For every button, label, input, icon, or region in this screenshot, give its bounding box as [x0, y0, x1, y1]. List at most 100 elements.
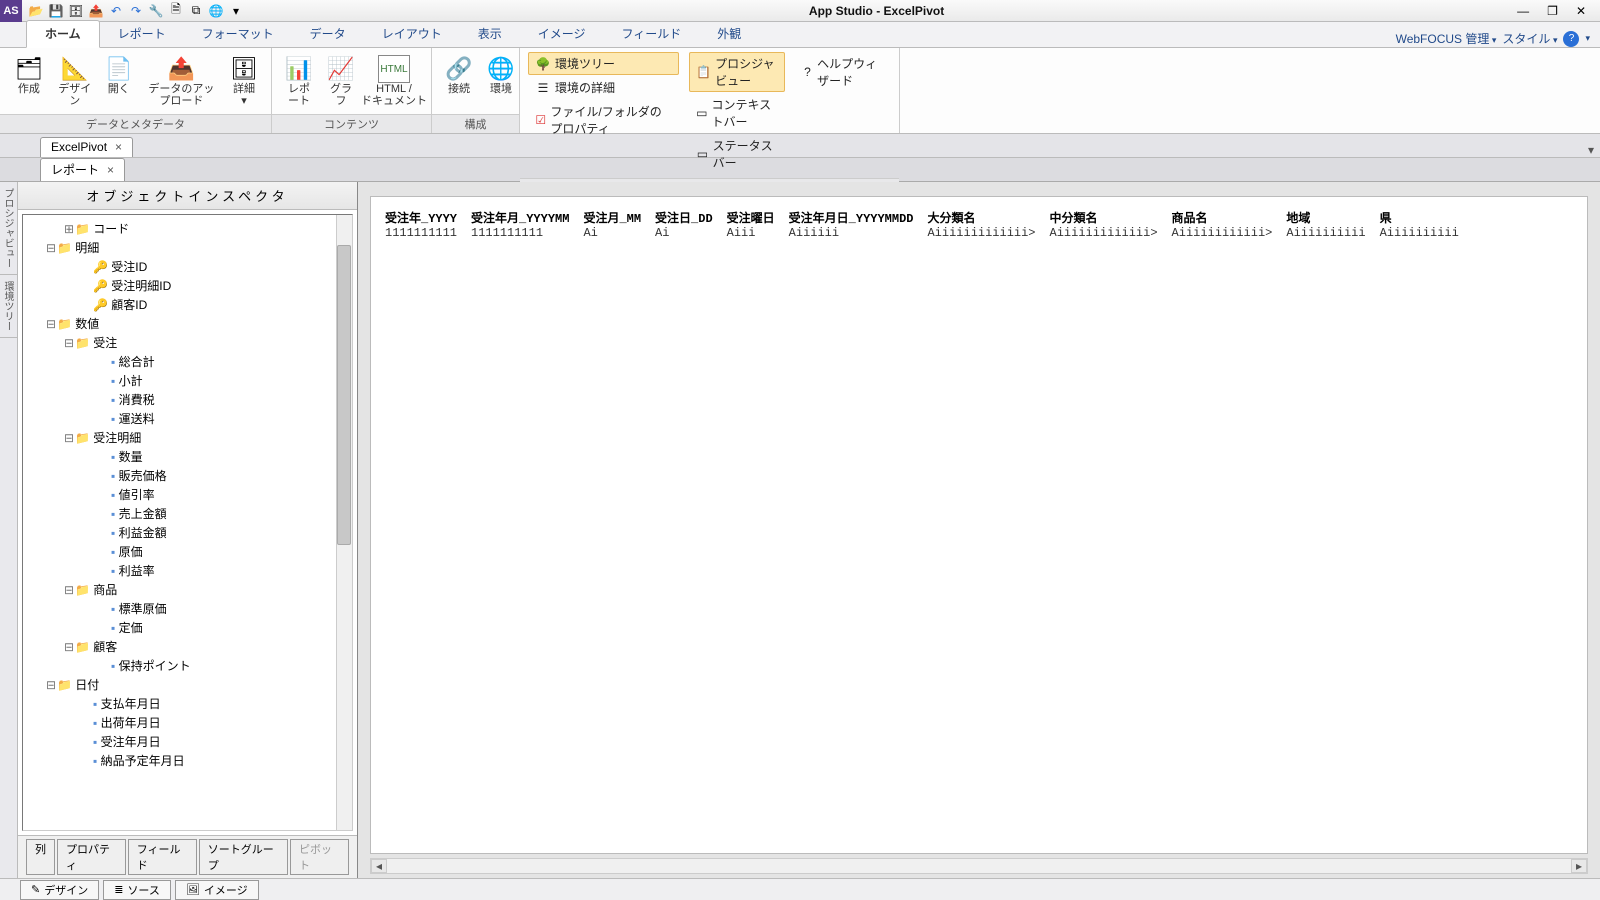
- footer-tabstrip: ✎デザイン ≣ソース 🖼イメージ: [0, 878, 1600, 900]
- qat-tools-icon[interactable]: 🔧: [148, 3, 164, 19]
- tab-fields[interactable]: フィールド: [128, 839, 197, 875]
- upload-icon: 📤: [165, 55, 197, 83]
- webfocus-admin-menu[interactable]: WebFOCUS 管理: [1396, 30, 1497, 47]
- ribbon-tab-home[interactable]: ホーム: [26, 20, 100, 48]
- connect-button[interactable]: 🔗接続: [440, 52, 478, 98]
- report-col-header[interactable]: 中分類名: [1048, 207, 1170, 226]
- close-inner-tab-icon[interactable]: ×: [107, 163, 114, 177]
- qat-redo-icon[interactable]: ↷: [128, 3, 144, 19]
- image-icon: 🖼: [186, 883, 200, 896]
- check-icon: ☑: [535, 112, 546, 128]
- tab-properties[interactable]: プロパティ: [57, 839, 126, 875]
- report-col-header[interactable]: 受注年_YYYY: [383, 207, 469, 226]
- window-title: App Studio - ExcelPivot: [250, 4, 1503, 18]
- qat-save-icon[interactable]: 💾: [48, 3, 64, 19]
- report-preview-table: 受注年_YYYY受注年月_YYYYMM受注月_MM受注日_DD受注曜日受注年月日…: [383, 207, 1471, 242]
- footer-tab-source[interactable]: ≣ソース: [103, 880, 171, 900]
- report-col-header[interactable]: 商品名: [1170, 207, 1285, 226]
- qat-undo-icon[interactable]: ↶: [108, 3, 124, 19]
- close-button[interactable]: ✕: [1576, 4, 1586, 18]
- ribbon-tab-image[interactable]: イメージ: [520, 21, 604, 47]
- env-tree-toggle[interactable]: 🌳環境ツリー: [528, 52, 679, 75]
- dock-tab-procview[interactable]: プロシジャビュー: [0, 182, 17, 275]
- ribbon-group-label-contents: コンテンツ: [272, 114, 431, 133]
- style-menu[interactable]: スタイル: [1502, 30, 1557, 47]
- tab-sortgroup[interactable]: ソートグループ: [199, 839, 288, 875]
- htmldoc-button[interactable]: HTMLHTML / ドキュメント: [364, 52, 424, 110]
- ribbon-body: 🗂作成 📐デザイン 📄開く 📤データのアップロード 🗄詳細▾ データとメタデータ…: [0, 48, 1600, 134]
- list-icon: ☰: [535, 80, 551, 96]
- ribbon-tab-appearance[interactable]: 外観: [699, 21, 759, 47]
- hscroll-left-icon[interactable]: ◂: [371, 859, 387, 873]
- proc-icon: 📋: [696, 64, 711, 80]
- design-button[interactable]: 📐デザイン: [54, 52, 96, 110]
- maximize-button[interactable]: ❐: [1547, 4, 1558, 18]
- create-button[interactable]: 🗂作成: [8, 52, 50, 98]
- report-col-value: 1111111111: [469, 226, 581, 242]
- doctabs-more-icon[interactable]: ▾: [1582, 143, 1600, 157]
- report-col-value: Ai: [581, 226, 653, 242]
- graph-button[interactable]: 📈グラフ: [322, 52, 360, 110]
- tree-icon: 🌳: [535, 56, 551, 72]
- ribbon-tab-layout[interactable]: レイアウト: [364, 21, 460, 47]
- footer-tab-design[interactable]: ✎デザイン: [20, 880, 99, 900]
- qat-open-icon[interactable]: 📂: [28, 3, 44, 19]
- ribbon-tab-format[interactable]: フォーマット: [184, 21, 292, 47]
- ribbon-tab-view[interactable]: 表示: [460, 21, 520, 47]
- qat-export-icon[interactable]: 📤: [88, 3, 104, 19]
- report-col-header[interactable]: 受注年月日_YYYYMMDD: [787, 207, 926, 226]
- report-col-value: Aiiiiiiiiii: [1284, 226, 1377, 242]
- qat-copy-icon[interactable]: ⧉: [188, 3, 204, 19]
- dock-tab-envtree[interactable]: 環境ツリー: [0, 275, 17, 338]
- context-bar-toggle[interactable]: ▭コンテキストバー: [689, 93, 785, 133]
- ribbon-tab-field[interactable]: フィールド: [603, 21, 699, 47]
- help-dropdown-icon[interactable]: ▾: [1585, 33, 1590, 44]
- ribbon-tab-report[interactable]: レポート: [100, 21, 184, 47]
- report-col-header[interactable]: 県: [1378, 207, 1471, 226]
- help-wizard-toggle[interactable]: ?ヘルプウィザード: [795, 52, 891, 92]
- close-tab-icon[interactable]: ×: [115, 140, 122, 154]
- qat-more-icon[interactable]: ▾: [228, 3, 244, 19]
- report-col-header[interactable]: 大分類名: [925, 207, 1047, 226]
- footer-tab-image[interactable]: 🖼イメージ: [175, 880, 259, 900]
- qat-new-icon[interactable]: 🗎: [168, 3, 184, 19]
- hscroll-right-icon[interactable]: ▸: [1571, 859, 1587, 873]
- inner-tab-report[interactable]: レポート ×: [40, 158, 125, 181]
- object-inspector-title: オブジェクトインスペクタ: [18, 182, 357, 210]
- tab-columns[interactable]: 列: [26, 839, 55, 875]
- canvas-hscrollbar[interactable]: ◂ ▸: [370, 858, 1588, 874]
- procedure-view-toggle[interactable]: 📋プロシジャビュー: [689, 52, 785, 92]
- file-props-toggle[interactable]: ☑ファイル/フォルダのプロパティ: [528, 100, 679, 140]
- minimize-button[interactable]: —: [1517, 4, 1529, 18]
- help-icon[interactable]: ?: [1563, 31, 1579, 47]
- report-col-header[interactable]: 受注曜日: [725, 207, 787, 226]
- tree-scroll-thumb[interactable]: [337, 245, 351, 545]
- ribbon-tab-data[interactable]: データ: [292, 21, 364, 47]
- status-bar-toggle[interactable]: ▭ステータスバー: [689, 134, 785, 174]
- environment-button[interactable]: 🌐環境: [482, 52, 520, 98]
- upload-button[interactable]: 📤データのアップロード: [142, 52, 221, 110]
- env-detail-toggle[interactable]: ☰環境の詳細: [528, 76, 679, 99]
- document-tab-excelpivot[interactable]: ExcelPivot ×: [40, 137, 133, 157]
- report-col-header[interactable]: 受注日_DD: [653, 207, 725, 226]
- report-col-header[interactable]: 地域: [1284, 207, 1377, 226]
- report-col-value: Ai: [653, 226, 725, 242]
- report-col-header[interactable]: 受注月_MM: [581, 207, 653, 226]
- report-col-value: Aiiiiiiiiiiiii>: [925, 226, 1047, 242]
- ribbon-group-label-config: 構成: [432, 114, 519, 133]
- report-button[interactable]: 📊レポート: [280, 52, 318, 110]
- tree-scrollbar[interactable]: [336, 215, 352, 830]
- main-area: プロシジャビュー 環境ツリー オブジェクトインスペクタ ⊞📁 コード⊟📁 明細🔑…: [0, 182, 1600, 878]
- qat-globe-icon[interactable]: 🌐: [208, 3, 224, 19]
- status-icon: ▭: [696, 146, 708, 162]
- report-sheet[interactable]: 受注年_YYYY受注年月_YYYYMM受注月_MM受注日_DD受注曜日受注年月日…: [370, 196, 1588, 854]
- open-button[interactable]: 📄開く: [100, 52, 138, 98]
- field-tree[interactable]: ⊞📁 コード⊟📁 明細🔑 受注ID🔑 受注明細ID🔑 顧客ID⊟📁 数値⊟📁 受…: [22, 214, 353, 831]
- report-col-header[interactable]: 受注年月_YYYYMM: [469, 207, 581, 226]
- open-icon: 📄: [103, 55, 135, 83]
- detail-button[interactable]: 🗄詳細▾: [225, 52, 263, 110]
- title-bar: AS 📂 💾 🗄 📤 ↶ ↷ 🔧 🗎 ⧉ 🌐 ▾ App Studio - Ex…: [0, 0, 1600, 22]
- report-col-value: Aiiiiiiiiiiii>: [1170, 226, 1285, 242]
- qat-saveall-icon[interactable]: 🗄: [68, 3, 84, 19]
- tab-pivot: ピボット: [290, 839, 349, 875]
